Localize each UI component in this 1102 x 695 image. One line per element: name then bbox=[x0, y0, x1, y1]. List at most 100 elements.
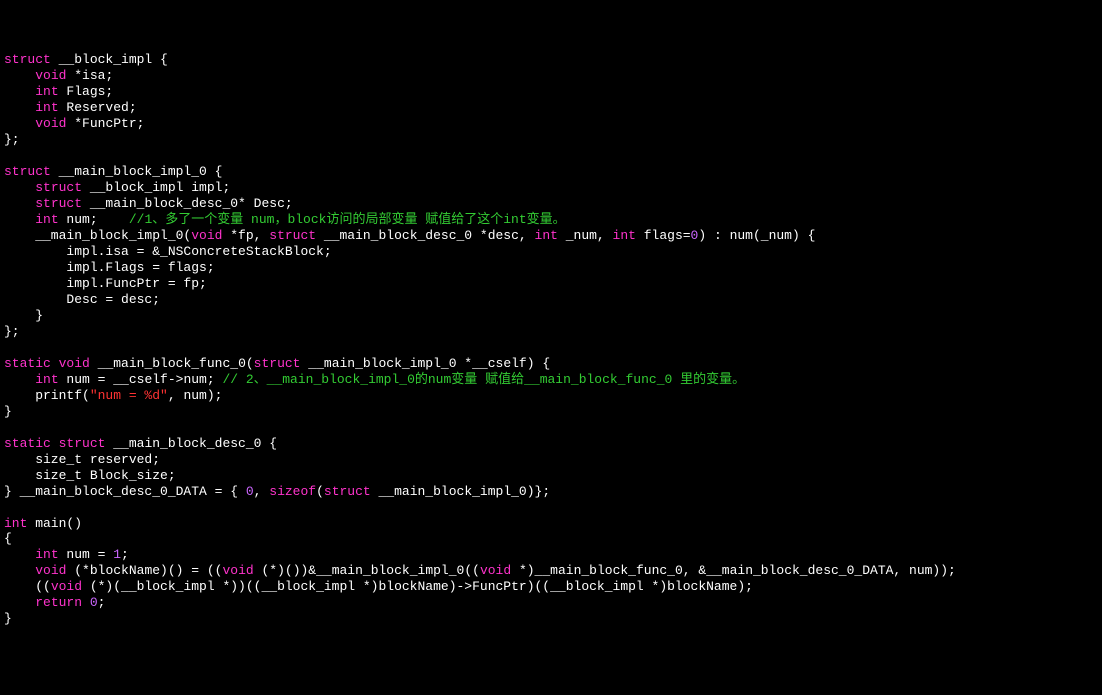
code-line: struct __main_block_desc_0* Desc; bbox=[4, 196, 293, 211]
code-line: ((void (*)(__block_impl *))((__block_imp… bbox=[4, 579, 753, 594]
string-literal: "num = %d" bbox=[90, 388, 168, 403]
code-line: } __main_block_desc_0_DATA = { 0, sizeof… bbox=[4, 484, 550, 499]
code-text: , num); bbox=[168, 388, 223, 403]
keyword: static bbox=[4, 436, 51, 451]
code-text: num = __cself->num; bbox=[59, 372, 223, 387]
keyword: void bbox=[35, 563, 66, 578]
code-line: }; bbox=[4, 324, 20, 339]
code-line: int num; //1、多了一个变量 num，block访问的局部变量 赋值给… bbox=[4, 212, 566, 227]
code-text bbox=[51, 356, 59, 371]
code-text bbox=[51, 436, 59, 451]
keyword: int bbox=[35, 84, 58, 99]
code-line: int Reserved; bbox=[4, 100, 137, 115]
keyword: void bbox=[51, 579, 82, 594]
code-line: int Flags; bbox=[4, 84, 113, 99]
code-text: __block_impl impl; bbox=[82, 180, 230, 195]
code-text: *isa; bbox=[66, 68, 113, 83]
code-line: void *FuncPtr; bbox=[4, 116, 144, 131]
code-text: ; bbox=[98, 595, 106, 610]
code-line: __main_block_impl_0(void *fp, struct __m… bbox=[4, 228, 815, 243]
code-line: } bbox=[4, 308, 43, 323]
code-text: *fp, bbox=[222, 228, 269, 243]
code-text: { bbox=[4, 531, 12, 546]
keyword: void bbox=[222, 563, 253, 578]
code-editor: struct __block_impl { void *isa; int Fla… bbox=[4, 52, 1098, 627]
code-line: int num = __cself->num; // 2、__main_bloc… bbox=[4, 372, 745, 387]
code-line: printf("num = %d", num); bbox=[4, 388, 222, 403]
code-text bbox=[82, 595, 90, 610]
code-text: Desc = desc; bbox=[4, 292, 160, 307]
keyword: int bbox=[35, 100, 58, 115]
code-text: *FuncPtr; bbox=[66, 116, 144, 131]
code-text: flags= bbox=[636, 228, 691, 243]
code-line: void *isa; bbox=[4, 68, 113, 83]
code-text: impl.isa = &_NSConcreteStackBlock; bbox=[4, 244, 332, 259]
keyword: static bbox=[4, 356, 51, 371]
comment: // 2、__main_block_impl_0的num变量 赋值给__main… bbox=[222, 372, 745, 387]
number-literal: 0 bbox=[90, 595, 98, 610]
code-line: static struct __main_block_desc_0 { bbox=[4, 436, 277, 451]
keyword: int bbox=[35, 372, 58, 387]
keyword: struct bbox=[35, 196, 82, 211]
keyword: void bbox=[35, 68, 66, 83]
code-text: _num, bbox=[558, 228, 613, 243]
code-text: } __main_block_desc_0_DATA = { bbox=[4, 484, 246, 499]
code-line: { bbox=[4, 531, 12, 546]
code-text: num; bbox=[59, 212, 129, 227]
code-line: }; bbox=[4, 132, 20, 147]
code-line: struct __main_block_impl_0 { bbox=[4, 164, 222, 179]
code-line: impl.FuncPtr = fp; bbox=[4, 276, 207, 291]
code-text: __main_block_func_0( bbox=[90, 356, 254, 371]
code-text: } bbox=[4, 308, 43, 323]
code-line: int num = 1; bbox=[4, 547, 129, 562]
code-line: return 0; bbox=[4, 595, 105, 610]
code-line: impl.isa = &_NSConcreteStackBlock; bbox=[4, 244, 332, 259]
code-text: (( bbox=[4, 579, 51, 594]
keyword: sizeof bbox=[269, 484, 316, 499]
code-text: } bbox=[4, 404, 12, 419]
keyword: struct bbox=[4, 164, 51, 179]
code-text: ; bbox=[121, 547, 129, 562]
keyword: int bbox=[613, 228, 636, 243]
code-text: }; bbox=[4, 324, 20, 339]
code-text: } bbox=[4, 611, 12, 626]
keyword: struct bbox=[269, 228, 316, 243]
code-text: main() bbox=[27, 516, 82, 531]
code-text: *)__main_block_func_0, &__main_block_des… bbox=[511, 563, 956, 578]
number-literal: 0 bbox=[246, 484, 254, 499]
keyword: struct bbox=[35, 180, 82, 195]
code-text: size_t reserved; bbox=[4, 452, 160, 467]
code-line: static void __main_block_func_0(struct _… bbox=[4, 356, 550, 371]
code-text: __main_block_desc_0 *desc, bbox=[316, 228, 534, 243]
code-text: __main_block_impl_0( bbox=[4, 228, 191, 243]
code-text: __main_block_impl_0 *__cself) { bbox=[300, 356, 550, 371]
keyword: int bbox=[535, 228, 558, 243]
code-text: }; bbox=[4, 132, 20, 147]
code-line: void (*blockName)() = ((void (*)())&__ma… bbox=[4, 563, 956, 578]
keyword: return bbox=[35, 595, 82, 610]
number-literal: 1 bbox=[113, 547, 121, 562]
code-text: __main_block_impl_0)}; bbox=[371, 484, 550, 499]
code-text: (*)(__block_impl *))((__block_impl *)blo… bbox=[82, 579, 753, 594]
code-text: , bbox=[254, 484, 270, 499]
code-line: size_t reserved; bbox=[4, 452, 160, 467]
code-line: int main() bbox=[4, 516, 82, 531]
code-text: ( bbox=[316, 484, 324, 499]
comment: //1、多了一个变量 num，block访问的局部变量 赋值给了这个int变量。 bbox=[129, 212, 566, 227]
code-text: __main_block_desc_0 { bbox=[105, 436, 277, 451]
keyword: void bbox=[35, 116, 66, 131]
code-text: Reserved; bbox=[59, 100, 137, 115]
keyword: struct bbox=[4, 52, 51, 67]
code-text: Flags; bbox=[59, 84, 114, 99]
code-line: Desc = desc; bbox=[4, 292, 160, 307]
keyword: struct bbox=[254, 356, 301, 371]
code-line: } bbox=[4, 611, 12, 626]
code-text: printf( bbox=[4, 388, 90, 403]
code-line: size_t Block_size; bbox=[4, 468, 176, 483]
code-line: struct __block_impl { bbox=[4, 52, 168, 67]
code-text: size_t Block_size; bbox=[4, 468, 176, 483]
code-line: struct __block_impl impl; bbox=[4, 180, 230, 195]
keyword: void bbox=[480, 563, 511, 578]
code-line: } bbox=[4, 404, 12, 419]
code-text: __main_block_impl_0 { bbox=[51, 164, 223, 179]
